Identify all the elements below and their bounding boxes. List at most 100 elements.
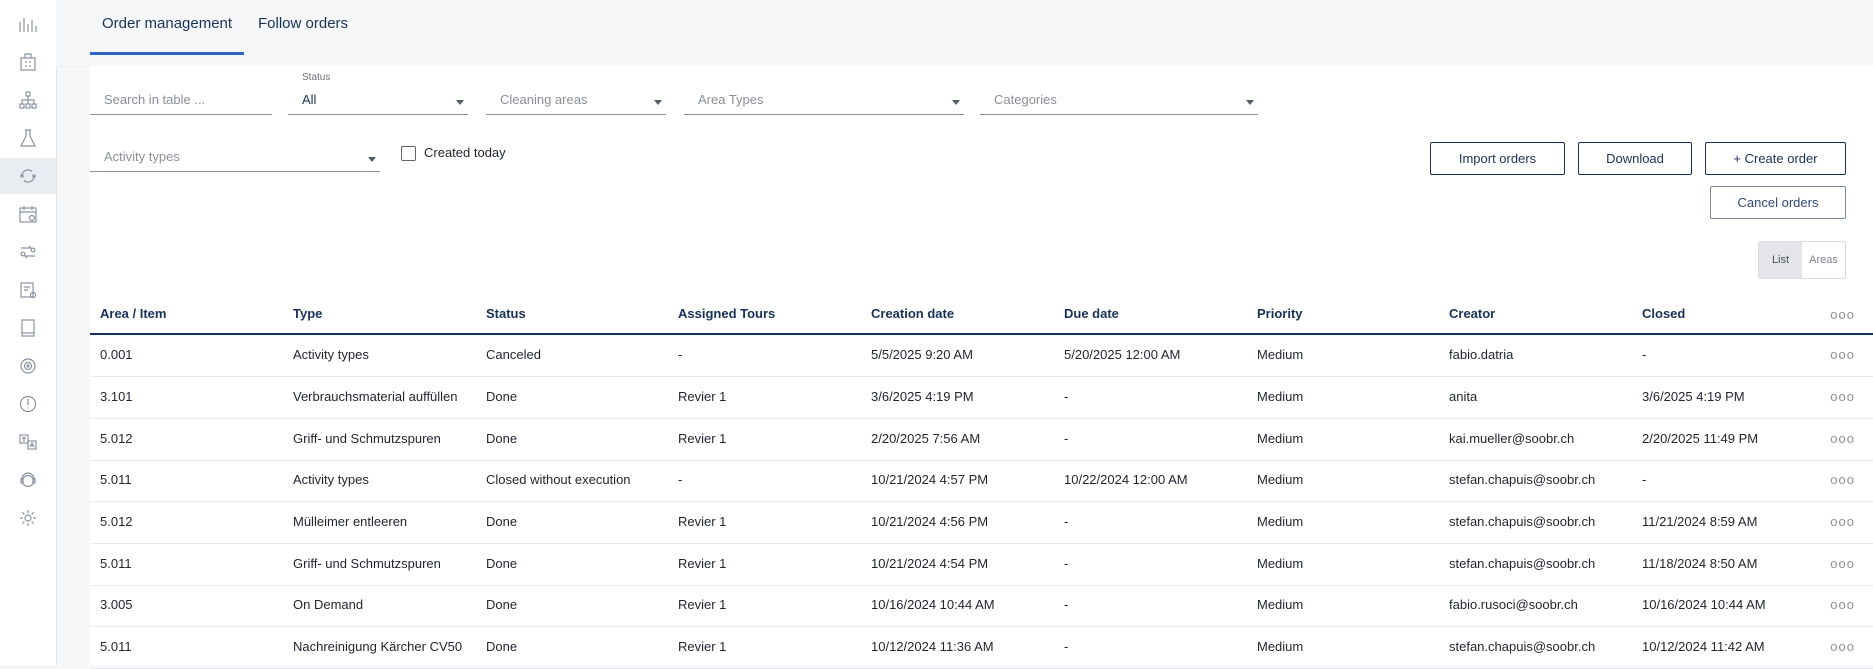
cell-creator: anita	[1449, 389, 1478, 404]
activity-types-placeholder: Activity types	[104, 149, 180, 164]
table-row[interactable]: 0.001 Activity types Canceled - 5/5/2025…	[90, 335, 1873, 377]
table-row[interactable]: 3.005 On Demand Done Revier 1 10/16/2024…	[90, 585, 1873, 627]
row-menu-icon[interactable]: ooo	[1830, 431, 1855, 446]
document-settings-icon[interactable]	[12, 278, 44, 302]
cell-creation-date: 10/21/2024 4:54 PM	[871, 556, 989, 571]
create-order-button[interactable]: + Create order	[1705, 142, 1846, 175]
cell-type: Griff- und Schmutzspuren	[293, 556, 441, 571]
categories-placeholder: Categories	[994, 92, 1057, 107]
row-menu-icon[interactable]: ooo	[1830, 389, 1855, 404]
book-icon[interactable]	[12, 316, 44, 340]
activity-types-select[interactable]: Activity types	[90, 147, 380, 172]
status-label: Status	[302, 72, 331, 83]
analytics-icon[interactable]	[12, 12, 44, 36]
status-value: All	[302, 92, 317, 107]
translate-icon[interactable]	[12, 430, 44, 454]
created-today-checkbox[interactable]	[401, 146, 416, 161]
table-row[interactable]: 5.012 Griff- und Schmutzspuren Done Revi…	[90, 419, 1873, 461]
gear-icon[interactable]	[12, 506, 44, 530]
cell-creation-date: 10/12/2024 11:36 AM	[871, 639, 994, 654]
column-settings-icon[interactable]: ooo	[1830, 307, 1855, 322]
categories-select[interactable]: Categories	[980, 90, 1258, 115]
chevron-down-icon	[368, 157, 376, 162]
cell-creator: stefan.chapuis@soobr.ch	[1449, 556, 1596, 571]
column-header[interactable]: Creation date	[871, 306, 954, 321]
cleaning-areas-placeholder: Cleaning areas	[500, 92, 588, 107]
cell-closed: 11/18/2024 8:50 AM	[1642, 556, 1758, 571]
cell-area: 3.005	[100, 597, 133, 612]
column-header[interactable]: Area / Item	[100, 306, 166, 321]
cleaning-areas-select[interactable]: Cleaning areas	[486, 90, 666, 115]
row-menu-icon[interactable]: ooo	[1830, 556, 1855, 571]
table-row[interactable]: 5.011 Griff- und Schmutzspuren Done Revi…	[90, 544, 1873, 586]
column-header[interactable]: Priority	[1257, 306, 1303, 321]
cell-area: 3.101	[100, 389, 133, 404]
column-header[interactable]: Assigned Tours	[678, 306, 775, 321]
area-types-select[interactable]: Area Types	[684, 90, 964, 115]
cell-due-date: -	[1064, 514, 1069, 529]
cancel-orders-button[interactable]: Cancel orders	[1710, 186, 1846, 219]
building-icon[interactable]	[12, 50, 44, 74]
support-icon[interactable]	[12, 468, 44, 492]
row-menu-icon[interactable]: ooo	[1830, 514, 1855, 529]
cell-type: Activity types	[293, 347, 369, 362]
chevron-down-icon	[456, 100, 464, 105]
created-today-label: Created today	[424, 145, 506, 160]
column-header[interactable]: Creator	[1449, 306, 1495, 321]
chevron-down-icon	[654, 100, 662, 105]
hierarchy-icon[interactable]	[12, 88, 44, 112]
areas-view-button[interactable]: Areas	[1802, 242, 1845, 278]
calendar-icon[interactable]	[12, 202, 44, 226]
download-button[interactable]: Download	[1578, 142, 1692, 175]
row-menu-icon[interactable]: ooo	[1830, 347, 1855, 362]
lab-flask-icon[interactable]	[12, 126, 44, 150]
cell-due-date: -	[1064, 597, 1069, 612]
chevron-down-icon	[952, 100, 960, 105]
cell-status: Done	[486, 639, 518, 654]
cell-due-date: -	[1064, 389, 1069, 404]
row-menu-icon[interactable]: ooo	[1830, 472, 1855, 487]
chevron-down-icon	[1246, 100, 1254, 105]
cell-due-date: 5/20/2025 12:00 AM	[1064, 347, 1181, 362]
cell-creator: stefan.chapuis@soobr.ch	[1449, 639, 1596, 654]
cell-type: Nachreinigung Kärcher CV50	[293, 639, 463, 654]
tab-order-management[interactable]: Order management	[90, 0, 245, 55]
column-header[interactable]: Type	[293, 306, 322, 321]
status-select[interactable]: Status All	[288, 72, 468, 115]
import-orders-button[interactable]: Import orders	[1430, 142, 1565, 175]
cell-creation-date: 3/6/2025 4:19 PM	[871, 389, 974, 404]
cell-status: Done	[486, 556, 518, 571]
cell-type: On Demand	[293, 597, 364, 612]
cell-creator: fabio.datria	[1449, 347, 1514, 362]
column-header[interactable]: Closed	[1642, 306, 1685, 321]
tab-follow-orders[interactable]: Follow orders	[258, 0, 348, 52]
cell-type: Griff- und Schmutzspuren	[293, 431, 441, 446]
list-view-button[interactable]: List	[1759, 242, 1802, 278]
row-menu-icon[interactable]: ooo	[1830, 597, 1855, 612]
cell-creation-date: 10/21/2024 4:57 PM	[871, 472, 989, 487]
cell-status: Done	[486, 389, 518, 404]
cell-status: Closed without execution	[486, 472, 631, 487]
alert-icon[interactable]	[12, 392, 44, 416]
table-row[interactable]: 5.012 Mülleimer entleeren Done Revier 1 …	[90, 502, 1873, 544]
cell-area: 0.001	[100, 347, 133, 362]
row-menu-icon[interactable]: ooo	[1830, 639, 1855, 654]
column-header[interactable]: Status	[486, 306, 526, 321]
column-header[interactable]: Due date	[1064, 306, 1119, 321]
cell-tours: Revier 1	[678, 556, 727, 571]
table-row[interactable]: 3.101 Verbrauchsmaterial auffüllen Done …	[90, 377, 1873, 419]
cell-area: 5.012	[100, 514, 133, 529]
cell-status: Canceled	[486, 347, 541, 362]
target-icon[interactable]	[12, 354, 44, 378]
table-row[interactable]: 5.011 Nachreinigung Kärcher CV50 Done Re…	[90, 627, 1873, 669]
cell-priority: Medium	[1257, 389, 1304, 404]
search-input[interactable]: Search in table ...	[90, 90, 272, 115]
cell-due-date: -	[1064, 639, 1069, 654]
cell-status: Done	[486, 597, 518, 612]
cell-creation-date: 10/21/2024 4:56 PM	[871, 514, 989, 529]
cell-tours: Revier 1	[678, 639, 727, 654]
cell-closed: 11/21/2024 8:59 AM	[1642, 514, 1758, 529]
table-row[interactable]: 5.011 Activity types Closed without exec…	[90, 460, 1873, 502]
transfer-users-icon[interactable]	[12, 240, 44, 264]
refresh-orders-icon[interactable]	[0, 158, 56, 194]
